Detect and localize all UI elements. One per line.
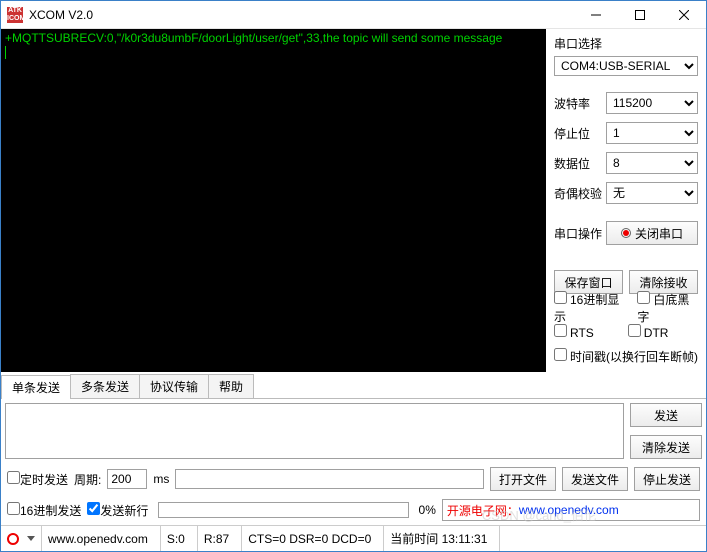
- open-file-button[interactable]: 打开文件: [490, 467, 556, 491]
- baud-label: 波特率: [554, 95, 606, 112]
- send-input[interactable]: [5, 403, 624, 459]
- send-button[interactable]: 发送: [630, 403, 702, 427]
- status-site[interactable]: www.openedv.com: [41, 526, 154, 551]
- status-recv: R:87: [197, 526, 235, 551]
- tab-help[interactable]: 帮助: [208, 374, 254, 398]
- close-port-button[interactable]: 关闭串口: [606, 221, 698, 245]
- dtr-check[interactable]: DTR: [628, 324, 669, 340]
- cursor: [5, 46, 6, 59]
- timed-send-check[interactable]: 定时发送: [7, 471, 68, 488]
- titlebar: ATKICOM XCOM V2.0: [1, 1, 706, 29]
- port-op-label: 串口操作: [554, 225, 606, 242]
- watermark: CSDN @cand_伯伦: [482, 505, 597, 524]
- stopbit-label: 停止位: [554, 125, 606, 142]
- settings-panel: 串口选择 COM4:USB-SERIAL 波特率115200 停止位1 数据位8…: [546, 29, 706, 372]
- app-logo: ATKICOM: [7, 7, 23, 23]
- status-icon: [7, 533, 19, 545]
- white-bg-check[interactable]: 白底黑字: [637, 291, 698, 325]
- parity-label: 奇偶校验: [554, 185, 606, 202]
- terminal-output[interactable]: +MQTTSUBRECV:0,"/k0r3du8umbF/doorLight/u…: [1, 29, 546, 372]
- send-newline-check[interactable]: 发送新行: [87, 502, 148, 519]
- databit-select[interactable]: 8: [606, 152, 698, 174]
- databit-label: 数据位: [554, 155, 606, 172]
- parity-select[interactable]: 无: [606, 182, 698, 204]
- status-lines: CTS=0 DSR=0 DCD=0: [241, 526, 377, 551]
- send-file-button[interactable]: 发送文件: [562, 467, 628, 491]
- close-button[interactable]: [662, 1, 706, 29]
- terminal-line: +MQTTSUBRECV:0,"/k0r3du8umbF/doorLight/u…: [5, 31, 502, 45]
- progress-pct: 0%: [419, 503, 436, 517]
- timestamp-check[interactable]: 时间戳(以换行回车断帧): [554, 348, 698, 365]
- clear-send-button[interactable]: 清除发送: [630, 435, 702, 459]
- tab-single-send[interactable]: 单条发送: [1, 375, 71, 399]
- period-label: 周期:: [74, 471, 101, 488]
- progress-bar: [158, 502, 408, 518]
- status-bar: www.openedv.com S:0 R:87 CTS=0 DSR=0 DCD…: [1, 525, 706, 551]
- window-title: XCOM V2.0: [29, 8, 574, 22]
- main-area: +MQTTSUBRECV:0,"/k0r3du8umbF/doorLight/u…: [1, 29, 706, 372]
- options-row-2: 16进制发送 发送新行 0% 开源电子网： www.openedv.com: [1, 495, 706, 525]
- dropdown-icon[interactable]: [27, 536, 35, 541]
- status-time: 当前时间 13:11:31: [383, 526, 493, 551]
- maximize-button[interactable]: [618, 1, 662, 29]
- port-label: 串口选择: [554, 35, 698, 52]
- status-sent: S:0: [160, 526, 191, 551]
- baud-select[interactable]: 115200: [606, 92, 698, 114]
- stop-send-button[interactable]: 停止发送: [634, 467, 700, 491]
- rts-check[interactable]: RTS: [554, 324, 594, 340]
- tab-multi-send[interactable]: 多条发送: [70, 374, 140, 398]
- file-path-input[interactable]: [175, 469, 484, 489]
- period-input[interactable]: [107, 469, 147, 489]
- hex-send-check[interactable]: 16进制发送: [7, 502, 81, 519]
- hex-display-check[interactable]: 16进制显示: [554, 291, 627, 325]
- minimize-button[interactable]: [574, 1, 618, 29]
- record-icon: [621, 228, 631, 238]
- send-area: 发送 清除发送: [1, 399, 706, 463]
- options-row-1: 定时发送 周期: ms 打开文件 发送文件 停止发送: [1, 463, 706, 495]
- port-select[interactable]: COM4:USB-SERIAL: [554, 56, 698, 76]
- ms-label: ms: [153, 472, 169, 486]
- stopbit-select[interactable]: 1: [606, 122, 698, 144]
- tab-bar: 单条发送 多条发送 协议传输 帮助: [1, 374, 706, 399]
- tab-protocol[interactable]: 协议传输: [139, 374, 209, 398]
